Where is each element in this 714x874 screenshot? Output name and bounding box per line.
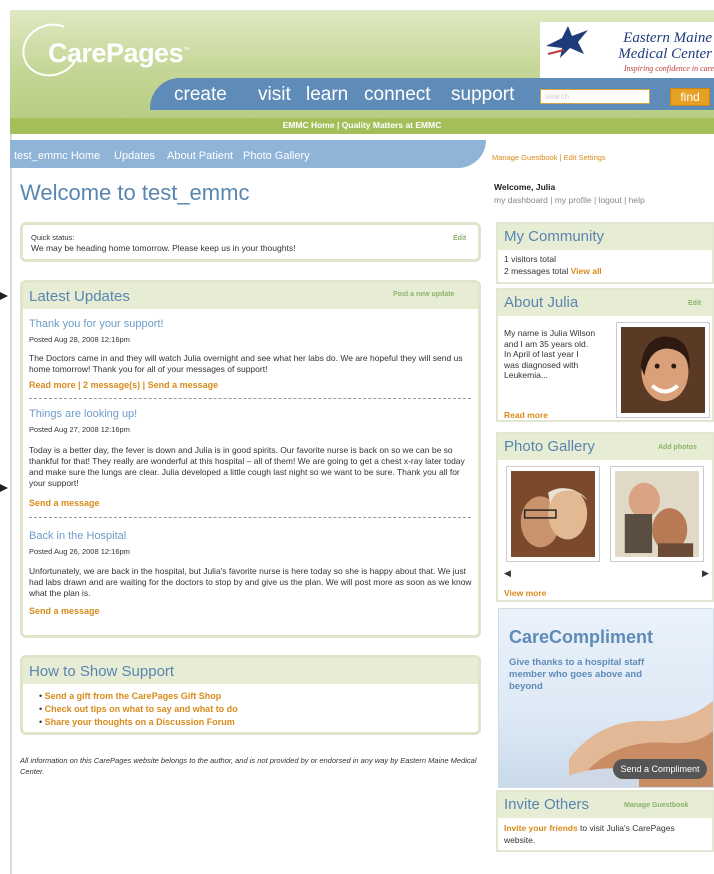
gallery-photo-1[interactable] xyxy=(506,466,600,562)
update-date-2: Posted Aug 27, 2008 12:16pm xyxy=(29,425,130,434)
disclaimer: All information on this CarePages websit… xyxy=(20,756,477,776)
gallery-image xyxy=(511,471,595,557)
gallery-photo-2[interactable] xyxy=(610,466,704,562)
user-links[interactable]: my dashboard | my profile | logout | hel… xyxy=(494,195,645,205)
update-date-1: Posted Aug 28, 2008 12:16pm xyxy=(29,335,130,344)
about-box: About Julia Edit My name is Julia Wilson… xyxy=(496,288,714,422)
divider xyxy=(29,517,471,518)
view-all-link[interactable]: View all xyxy=(571,266,602,276)
update-body-1: The Doctors came in and they will watch … xyxy=(29,353,463,374)
update-links-1[interactable]: Read more | 2 message(s) | Send a messag… xyxy=(29,380,218,390)
quick-status-edit[interactable]: Edit xyxy=(453,235,466,242)
carepages-logo[interactable]: CarePages™ xyxy=(14,15,190,85)
visitor-count: 1 visitors total xyxy=(504,254,556,264)
search-input[interactable]: search xyxy=(540,89,650,104)
gallery-title: Photo Gallery xyxy=(504,438,595,455)
update-body-2: Today is a better day, the fever is down… xyxy=(29,445,465,488)
subnav-home[interactable]: test_emmc Home xyxy=(14,150,100,162)
latest-updates-title: Latest Updates xyxy=(29,288,130,305)
quick-status-text: We may be heading home tomorrow. Please … xyxy=(31,243,296,253)
logo-text: CarePages™ xyxy=(48,38,190,68)
message-count: 2 messages total View all xyxy=(504,266,602,276)
add-photos-link[interactable]: Add photos xyxy=(658,444,697,451)
emmc-name: Eastern Maine Medical Center xyxy=(618,30,712,62)
quick-status-box: Quick status: We may be heading home tom… xyxy=(20,222,481,262)
quick-status-label: Quick status: xyxy=(31,233,75,242)
subnav-photo-gallery[interactable]: Photo Gallery xyxy=(243,150,310,162)
nav-connect[interactable]: connect xyxy=(364,84,431,106)
emmc-logo[interactable]: Eastern Maine Medical Center Inspiring c… xyxy=(540,22,714,82)
profile-image xyxy=(621,327,705,413)
carecompliment-text: Give thanks to a hospital staff member w… xyxy=(509,657,645,692)
emmc-tagline: Inspiring confidence in care xyxy=(623,64,714,73)
guestbook-settings-links[interactable]: Manage Guestbook | Edit Settings xyxy=(492,153,606,162)
update-title-3[interactable]: Back in the Hospital xyxy=(29,530,126,542)
support-item[interactable]: • Share your thoughts on a Discussion Fo… xyxy=(39,716,238,729)
gallery-next-icon[interactable]: ▶ xyxy=(702,568,709,579)
community-box: My Community 1 visitors total 2 messages… xyxy=(496,222,714,284)
nav-learn[interactable]: learn xyxy=(306,84,348,106)
subnav-about-patient[interactable]: About Patient xyxy=(167,150,233,162)
support-title: How to Show Support xyxy=(29,663,175,680)
send-compliment-button[interactable]: Send a Compliment xyxy=(613,759,707,779)
about-edit[interactable]: Edit xyxy=(688,300,701,307)
nav-support[interactable]: support xyxy=(451,84,514,106)
profile-photo[interactable] xyxy=(616,322,710,418)
update-title-2[interactable]: Things are looking up! xyxy=(29,408,137,420)
post-update-link[interactable]: Post a new update xyxy=(393,291,454,298)
latest-updates-box: Latest Updates Post a new update Thank y… xyxy=(20,280,481,638)
update-links-3[interactable]: Send a message xyxy=(29,606,100,616)
update-body-3: Unfortunately, we are back in the hospit… xyxy=(29,566,472,598)
welcome-user: Welcome, Julia xyxy=(494,182,556,192)
arrow-marker-2 xyxy=(0,484,8,492)
find-button[interactable]: find xyxy=(670,88,710,106)
about-read-more[interactable]: Read more xyxy=(504,410,548,420)
carecompliment-title: CareCompliment xyxy=(509,627,654,647)
support-item[interactable]: • Send a gift from the CarePages Gift Sh… xyxy=(39,690,238,703)
gallery-view-more[interactable]: View more xyxy=(504,588,546,598)
nav-visit[interactable]: visit xyxy=(258,84,291,106)
gallery-prev-icon[interactable]: ◀ xyxy=(504,568,511,579)
update-title-1[interactable]: Thank you for your support! xyxy=(29,318,164,330)
eagle-icon xyxy=(546,26,588,58)
about-title: About Julia xyxy=(504,294,579,311)
gallery-box: Photo Gallery Add photos ◀ ▶ View more xyxy=(496,432,714,602)
about-text: My name is Julia Wilson and I am 35 year… xyxy=(504,328,596,380)
gallery-image xyxy=(615,471,699,557)
page-title: Welcome to test_emmc xyxy=(20,180,250,205)
divider xyxy=(29,398,471,399)
support-box: How to Show Support • Send a gift from t… xyxy=(20,655,481,735)
support-item[interactable]: • Check out tips on what to say and what… xyxy=(39,703,238,716)
emmc-bar: EMMC Home | Quality Matters at EMMC xyxy=(10,118,714,134)
invite-title: Invite Others xyxy=(504,796,590,813)
update-links-2[interactable]: Send a message xyxy=(29,498,100,508)
subnav-updates[interactable]: Updates xyxy=(114,150,155,162)
nav-create[interactable]: create xyxy=(174,84,227,106)
invite-box: Invite Others Manage Guestbook Invite yo… xyxy=(496,790,714,852)
carecompliment-banner[interactable]: CareCompliment Give thanks to a hospital… xyxy=(498,608,714,788)
invite-friends-link[interactable]: Invite your friends xyxy=(504,823,578,833)
support-list: • Send a gift from the CarePages Gift Sh… xyxy=(39,690,238,729)
invite-text: Invite your friends to visit Julia's Car… xyxy=(504,823,675,845)
update-date-3: Posted Aug 26, 2008 12:16pm xyxy=(29,547,130,556)
manage-guestbook-link[interactable]: Manage Guestbook xyxy=(624,802,689,809)
arrow-marker-1 xyxy=(0,292,8,300)
community-title: My Community xyxy=(504,228,605,245)
emmc-links[interactable]: EMMC Home | Quality Matters at EMMC xyxy=(10,120,714,130)
